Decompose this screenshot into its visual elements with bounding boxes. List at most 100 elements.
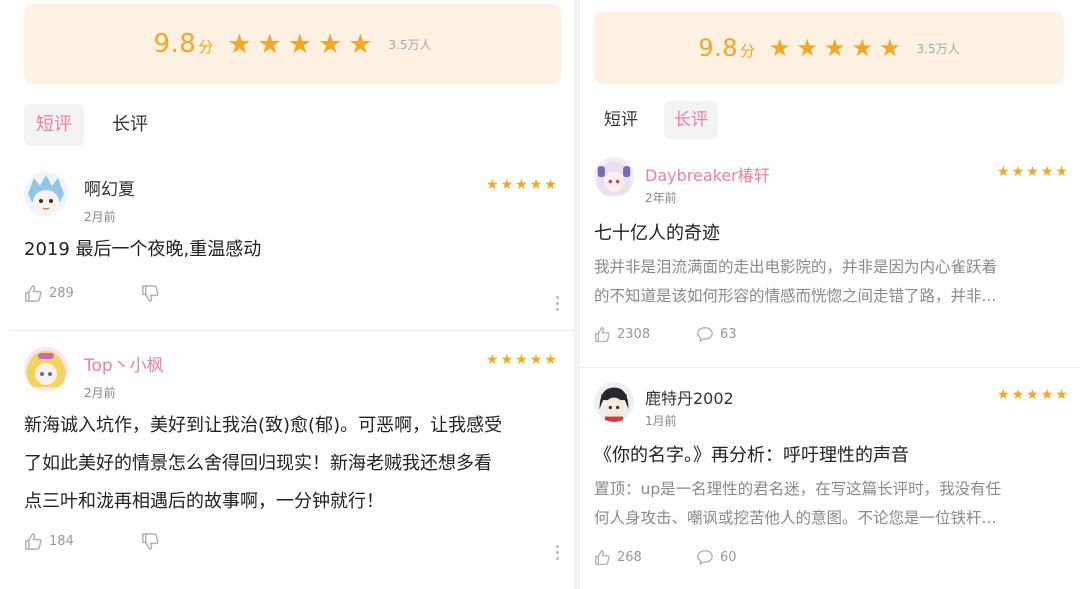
star-icon: ★ xyxy=(1055,387,1068,403)
short-review-panel: 9.8 分 ★ ★ ★ ★ ★ 3.5万人 短评 长评 啊幻夏 2月前 ★ ★ … xyxy=(0,0,574,589)
review-date: 2月前 xyxy=(84,386,116,400)
avatar[interactable] xyxy=(24,172,68,216)
rating-summary: 9.8 分 ★ ★ ★ ★ ★ 3.5万人 xyxy=(24,4,561,84)
review-date: 2月前 xyxy=(84,210,116,224)
star-icon: ★ xyxy=(1026,387,1039,403)
rating-summary: 9.8 分 ★ ★ ★ ★ ★ 3.5万人 xyxy=(594,12,1064,84)
avatar[interactable] xyxy=(594,157,634,197)
review-tabs: 短评 长评 xyxy=(594,101,718,139)
star-icon: ★ xyxy=(544,177,557,193)
review-tabs: 短评 长评 xyxy=(24,104,160,146)
star-icon: ★ xyxy=(769,34,791,62)
like-count: 2308 xyxy=(617,327,651,342)
star-icon: ★ xyxy=(348,28,373,60)
star-icon: ★ xyxy=(529,177,543,193)
like-count: 184 xyxy=(49,534,74,549)
username[interactable]: 啊幻夏 xyxy=(84,175,135,200)
comment-button[interactable]: 60 xyxy=(696,549,737,566)
review-content-line: 了如此美好的情景怎么舍得回归现实！新海老贼我还想多看 xyxy=(24,453,492,474)
review-stars: ★ ★ ★ ★ ★ xyxy=(997,165,1068,179)
like-button[interactable]: 2308 xyxy=(594,326,650,343)
review-date: 2年前 xyxy=(645,191,677,205)
star-icon: ★ xyxy=(997,164,1010,180)
thumb-up-icon xyxy=(25,285,42,302)
rating-stars: ★ ★ ★ ★ ★ xyxy=(769,36,901,60)
comment-count: 63 xyxy=(720,327,737,342)
review-excerpt[interactable]: 我并非是泪流满面的走出电影院的，并非是因为内心雀跃着 的不知道是该如何形容的情感… xyxy=(594,253,1074,311)
username[interactable]: Top丶小枫 xyxy=(84,351,164,376)
tab-short-review[interactable]: 短评 xyxy=(24,104,84,146)
tab-short-review[interactable]: 短评 xyxy=(594,101,648,139)
star-icon: ★ xyxy=(997,387,1010,403)
comment-button[interactable]: 63 xyxy=(696,326,737,343)
star-icon: ★ xyxy=(1055,164,1068,180)
star-icon: ★ xyxy=(1011,164,1025,180)
vote-count: 3.5万人 xyxy=(388,37,432,52)
vote-count: 3.5万人 xyxy=(916,41,960,56)
star-icon: ★ xyxy=(1026,164,1039,180)
score-unit: 分 xyxy=(739,42,755,60)
review-title[interactable]: 七十亿人的奇迹 xyxy=(594,219,720,245)
score-unit: 分 xyxy=(198,38,214,56)
thumb-up-icon xyxy=(595,550,610,565)
more-icon[interactable] xyxy=(556,545,560,560)
star-icon: ★ xyxy=(824,34,846,62)
review-excerpt-line: 我并非是泪流满面的走出电影院的，并非是因为内心雀跃着 xyxy=(594,258,998,276)
thumb-up-icon xyxy=(25,533,42,550)
star-icon: ★ xyxy=(879,34,901,62)
review-excerpt[interactable]: 置顶：up是一名理性的君名迷，在写这篇长评时，我没有任 何人身攻击、嘲讽或挖苦他… xyxy=(594,475,1074,533)
score-value: 9.8 xyxy=(153,29,197,59)
username[interactable]: 鹿特丹2002 xyxy=(645,385,734,409)
dislike-button[interactable] xyxy=(141,532,166,551)
star-icon: ★ xyxy=(544,352,557,368)
like-count: 289 xyxy=(49,286,74,301)
review-excerpt-line: 的不知道是该如何形容的情感而恍惚之间走错了路，并非... xyxy=(594,287,997,305)
rating-score: 9.8 分 xyxy=(698,34,755,62)
thumb-down-icon xyxy=(142,285,159,302)
divider xyxy=(10,330,574,331)
rating-score: 9.8 分 xyxy=(153,29,213,59)
long-review-panel: 9.8 分 ★ ★ ★ ★ ★ 3.5万人 短评 长评 Daybreaker椿轩… xyxy=(580,0,1080,589)
star-icon: ★ xyxy=(515,352,528,368)
star-icon: ★ xyxy=(851,34,874,62)
star-icon: ★ xyxy=(500,352,514,368)
score-value: 9.8 xyxy=(698,34,738,62)
star-icon: ★ xyxy=(515,177,528,193)
like-button[interactable]: 289 xyxy=(24,284,74,303)
star-icon: ★ xyxy=(500,177,514,193)
review-stars: ★ ★ ★ ★ ★ xyxy=(997,388,1068,402)
more-icon[interactable] xyxy=(556,296,560,311)
avatar[interactable] xyxy=(594,382,634,422)
star-icon: ★ xyxy=(1011,387,1025,403)
rating-stars: ★ ★ ★ ★ ★ xyxy=(227,31,372,58)
thumb-up-icon xyxy=(595,327,610,342)
star-icon: ★ xyxy=(529,352,543,368)
dislike-button[interactable] xyxy=(141,284,166,303)
star-icon: ★ xyxy=(287,28,312,60)
review-title[interactable]: 《你的名字。》再分析：呼吁理性的声音 xyxy=(594,441,909,467)
thumb-down-icon xyxy=(142,533,159,550)
like-count: 268 xyxy=(617,550,642,565)
review-excerpt-line: 置顶：up是一名理性的君名迷，在写这篇长评时，我没有任 xyxy=(594,480,1002,498)
tab-long-review[interactable]: 长评 xyxy=(100,104,160,146)
avatar[interactable] xyxy=(24,347,68,391)
comment-count: 60 xyxy=(720,550,737,565)
star-icon: ★ xyxy=(796,34,819,62)
review-content-line: 点三叶和泷再相遇后的故事啊，一分钟就行！ xyxy=(24,491,384,512)
comment-icon xyxy=(697,550,713,565)
star-icon: ★ xyxy=(486,177,499,193)
like-button[interactable]: 184 xyxy=(24,532,74,551)
review-date: 1月前 xyxy=(645,414,677,428)
review-stars: ★ ★ ★ ★ ★ xyxy=(486,178,557,192)
review-excerpt-line: 何人身攻击、嘲讽或挖苦他人的意图。不论您是一位铁杆... xyxy=(594,509,997,527)
tab-long-review[interactable]: 长评 xyxy=(664,101,718,139)
review-content[interactable]: 新海诚入坑作，美好到让我治(致)愈(郁)。可恶啊，让我感受 了如此美好的情景怎么… xyxy=(24,407,569,521)
star-icon: ★ xyxy=(227,28,252,60)
star-icon: ★ xyxy=(257,28,282,60)
like-button[interactable]: 268 xyxy=(594,549,642,566)
review-content-line: 新海诚入坑作，美好到让我治(致)愈(郁)。可恶啊，让我感受 xyxy=(24,415,503,436)
comment-icon xyxy=(697,327,713,342)
star-icon: ★ xyxy=(486,352,499,368)
username[interactable]: Daybreaker椿轩 xyxy=(645,162,770,186)
review-content[interactable]: 2019 最后一个夜晚,重温感动 xyxy=(24,231,261,269)
